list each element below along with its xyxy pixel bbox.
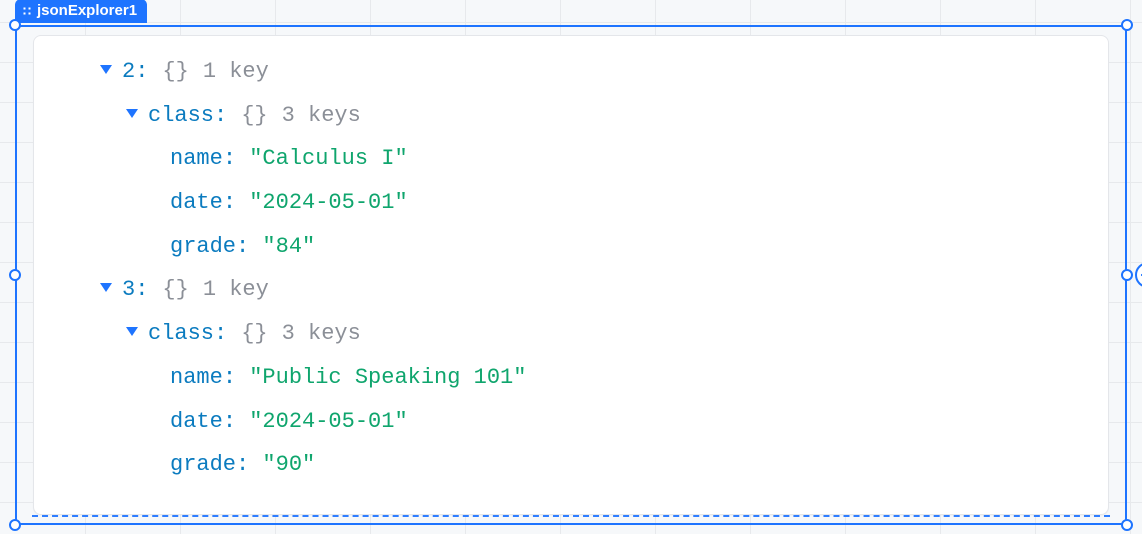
json-explorer-card[interactable]: 2: {} 1 key class: {} 3 keys name: "Calc… bbox=[33, 35, 1109, 515]
tree-row-field-date-3[interactable]: date: "2024-05-01" bbox=[56, 400, 1086, 444]
tree-row-field-grade-3[interactable]: grade: "90" bbox=[56, 443, 1086, 487]
caret-down-icon[interactable] bbox=[100, 283, 112, 292]
json-key-count: 1 bbox=[203, 57, 216, 87]
json-key-count-suffix: keys bbox=[308, 101, 361, 131]
colon: : bbox=[214, 101, 227, 131]
json-key: 2 bbox=[122, 57, 135, 87]
json-key-count-suffix: keys bbox=[308, 319, 361, 349]
json-key: grade bbox=[170, 450, 236, 480]
json-key-count-suffix: key bbox=[229, 275, 269, 305]
json-value: "2024-05-01" bbox=[249, 407, 407, 437]
json-explorer-component[interactable]: jsonExplorer1 2: {} 1 key class: {} 3 ke… bbox=[15, 25, 1127, 525]
json-key-count: 3 bbox=[282, 319, 295, 349]
tree-row-field-grade-2[interactable]: grade: "84" bbox=[56, 225, 1086, 269]
json-value: "Public Speaking 101" bbox=[249, 363, 526, 393]
tree-row-class-2[interactable]: class: {} 3 keys bbox=[56, 94, 1086, 138]
json-key: class bbox=[148, 319, 214, 349]
component-name-label: jsonExplorer1 bbox=[37, 2, 137, 19]
component-tag[interactable]: jsonExplorer1 bbox=[15, 0, 147, 23]
colon: : bbox=[214, 319, 227, 349]
resize-handle-mid-left[interactable] bbox=[9, 269, 21, 281]
json-key: date bbox=[170, 407, 223, 437]
tree-row-field-name-3[interactable]: name: "Public Speaking 101" bbox=[56, 356, 1086, 400]
json-key: name bbox=[170, 363, 223, 393]
json-type-braces: {} bbox=[162, 57, 188, 87]
tree-row-class-3[interactable]: class: {} 3 keys bbox=[56, 312, 1086, 356]
json-type-braces: {} bbox=[162, 275, 188, 305]
resize-handle-mid-right[interactable] bbox=[1121, 269, 1133, 281]
tree-row-index-3[interactable]: 3: {} 1 key bbox=[56, 268, 1086, 312]
tree-row-field-name-2[interactable]: name: "Calculus I" bbox=[56, 137, 1086, 181]
tree-row-field-date-2[interactable]: date: "2024-05-01" bbox=[56, 181, 1086, 225]
json-key-count: 1 bbox=[203, 275, 216, 305]
json-type-braces: {} bbox=[241, 101, 267, 131]
json-key: grade bbox=[170, 232, 236, 262]
drag-grip-icon[interactable] bbox=[21, 5, 33, 17]
json-value: "84" bbox=[262, 232, 315, 262]
caret-down-icon[interactable] bbox=[126, 109, 138, 118]
json-key: 3 bbox=[122, 275, 135, 305]
json-value: "2024-05-01" bbox=[249, 188, 407, 218]
colon: : bbox=[236, 232, 249, 262]
json-value: "90" bbox=[262, 450, 315, 480]
colon: : bbox=[223, 188, 236, 218]
tree-row-index-2[interactable]: 2: {} 1 key bbox=[56, 50, 1086, 94]
resize-handle-top-left[interactable] bbox=[9, 19, 21, 31]
resize-handle-bottom-right[interactable] bbox=[1121, 519, 1133, 531]
caret-down-icon[interactable] bbox=[126, 327, 138, 336]
colon: : bbox=[135, 275, 148, 305]
resize-handle-bottom-left[interactable] bbox=[9, 519, 21, 531]
selection-dashed-guide bbox=[32, 515, 1110, 517]
caret-down-icon[interactable] bbox=[100, 65, 112, 74]
colon: : bbox=[135, 57, 148, 87]
json-key-count: 3 bbox=[282, 101, 295, 131]
colon: : bbox=[223, 407, 236, 437]
json-key: name bbox=[170, 144, 223, 174]
json-value: "Calculus I" bbox=[249, 144, 407, 174]
colon: : bbox=[223, 144, 236, 174]
colon: : bbox=[223, 363, 236, 393]
colon: : bbox=[236, 450, 249, 480]
json-key: class bbox=[148, 101, 214, 131]
resize-handle-top-right[interactable] bbox=[1121, 19, 1133, 31]
json-type-braces: {} bbox=[241, 319, 267, 349]
json-key: date bbox=[170, 188, 223, 218]
json-key-count-suffix: key bbox=[229, 57, 269, 87]
